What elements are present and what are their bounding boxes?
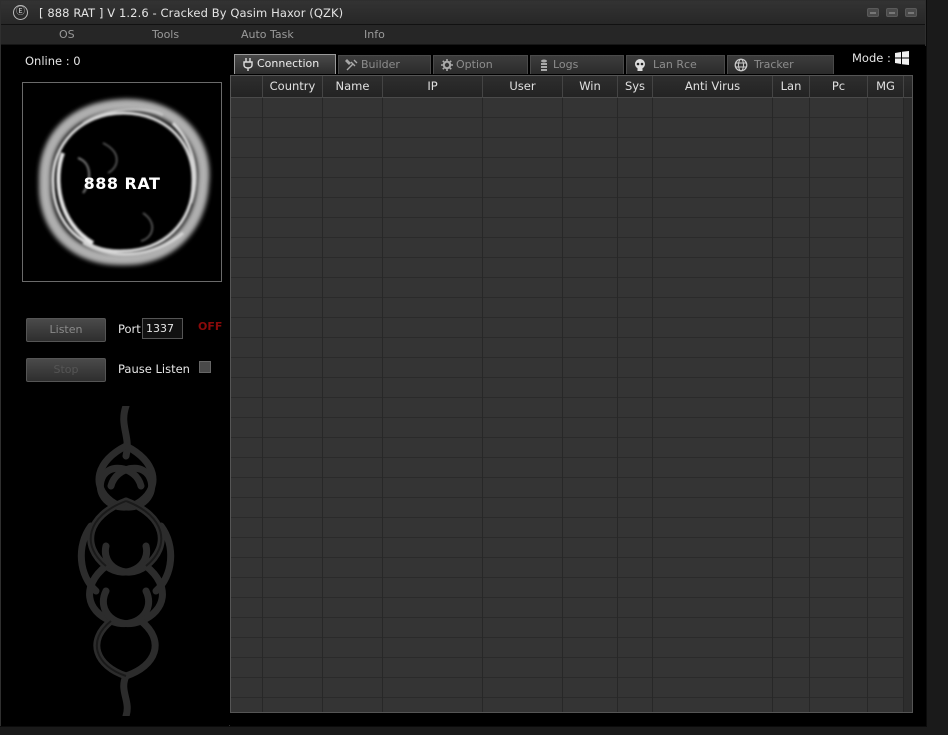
plug-icon — [243, 58, 253, 71]
minimize-button[interactable] — [867, 8, 879, 17]
tab-logs-label: Logs — [553, 58, 579, 71]
listen-button[interactable]: Listen — [26, 318, 106, 342]
column-header-pc[interactable]: Pc — [810, 76, 868, 98]
menu-os[interactable]: OS — [59, 28, 75, 41]
logo-title: 888 RAT — [83, 174, 161, 193]
port-label: Port — [118, 322, 141, 336]
column-header-lan[interactable]: Lan — [773, 76, 810, 98]
close-button[interactable] — [905, 8, 917, 17]
logo-panel: 888 RAT — [22, 82, 222, 282]
column-header-antivirus[interactable]: Anti Virus — [653, 76, 773, 98]
table-scroll-gutter — [903, 98, 912, 712]
tools-icon — [345, 59, 358, 71]
tab-tracker[interactable]: Tracker — [727, 55, 834, 74]
tab-tracker-label: Tracker — [754, 58, 794, 71]
left-panel: Online : 0 888 RAT Listen Port 1337 OFF … — [1, 46, 229, 726]
mode-label: Mode : — [852, 51, 891, 65]
menu-auto-task[interactable]: Auto Task — [241, 28, 294, 41]
column-header-win[interactable]: Win — [563, 76, 618, 98]
tab-lan-rce-label: Lan Rce — [653, 58, 697, 71]
windows-icon[interactable] — [895, 51, 909, 65]
tab-lan-rce[interactable]: Lan Rce — [626, 55, 725, 74]
menu-tools[interactable]: Tools — [152, 28, 179, 41]
gear-icon — [441, 59, 453, 71]
column-header-mg[interactable]: MG — [868, 76, 904, 98]
pause-listen-checkbox[interactable] — [199, 361, 211, 373]
column-header-sys[interactable]: Sys — [618, 76, 653, 98]
tab-logs[interactable]: Logs — [530, 55, 624, 74]
globe-icon — [734, 58, 748, 72]
online-count: Online : 0 — [25, 54, 81, 68]
column-header-select[interactable] — [231, 76, 263, 98]
tribal-knot-decoration — [77, 406, 175, 716]
tab-connection-label: Connection — [257, 57, 320, 70]
menu-bar: OS Tools Auto Task Info — [1, 25, 925, 45]
connections-table[interactable]: Country Name IP User Win Sys Anti Virus … — [230, 75, 913, 713]
maximize-button[interactable] — [886, 8, 898, 17]
tab-builder-label: Builder — [361, 58, 400, 71]
listen-status: OFF — [198, 320, 223, 333]
skull-icon — [635, 59, 645, 71]
title-bar[interactable]: Ⓔ [ 888 RAT ] V 1.2.6 - Cracked By Qasim… — [1, 1, 925, 25]
stop-button[interactable]: Stop — [26, 358, 106, 382]
column-header-user[interactable]: User — [483, 76, 563, 98]
pause-listen-label: Pause Listen — [118, 362, 190, 376]
table-body[interactable] — [231, 98, 912, 712]
tab-builder[interactable]: Builder — [338, 55, 431, 74]
window-title: [ 888 RAT ] V 1.2.6 - Cracked By Qasim H… — [39, 6, 344, 20]
tab-option[interactable]: Option — [433, 55, 528, 74]
tab-option-label: Option — [456, 58, 493, 71]
tab-connection[interactable]: Connection — [234, 54, 336, 74]
menu-info[interactable]: Info — [364, 28, 385, 41]
table-header: Country Name IP User Win Sys Anti Virus … — [231, 76, 912, 98]
column-header-country[interactable]: Country — [263, 76, 323, 98]
database-icon — [541, 59, 547, 71]
app-logo-icon[interactable]: Ⓔ — [13, 5, 28, 20]
window-controls — [867, 8, 917, 17]
port-input[interactable]: 1337 — [142, 318, 183, 339]
right-panel: Connection Builder Option Logs Lan Rce T… — [230, 46, 926, 726]
main-window: Ⓔ [ 888 RAT ] V 1.2.6 - Cracked By Qasim… — [0, 0, 926, 726]
column-header-name[interactable]: Name — [323, 76, 383, 98]
column-header-ip[interactable]: IP — [383, 76, 483, 98]
